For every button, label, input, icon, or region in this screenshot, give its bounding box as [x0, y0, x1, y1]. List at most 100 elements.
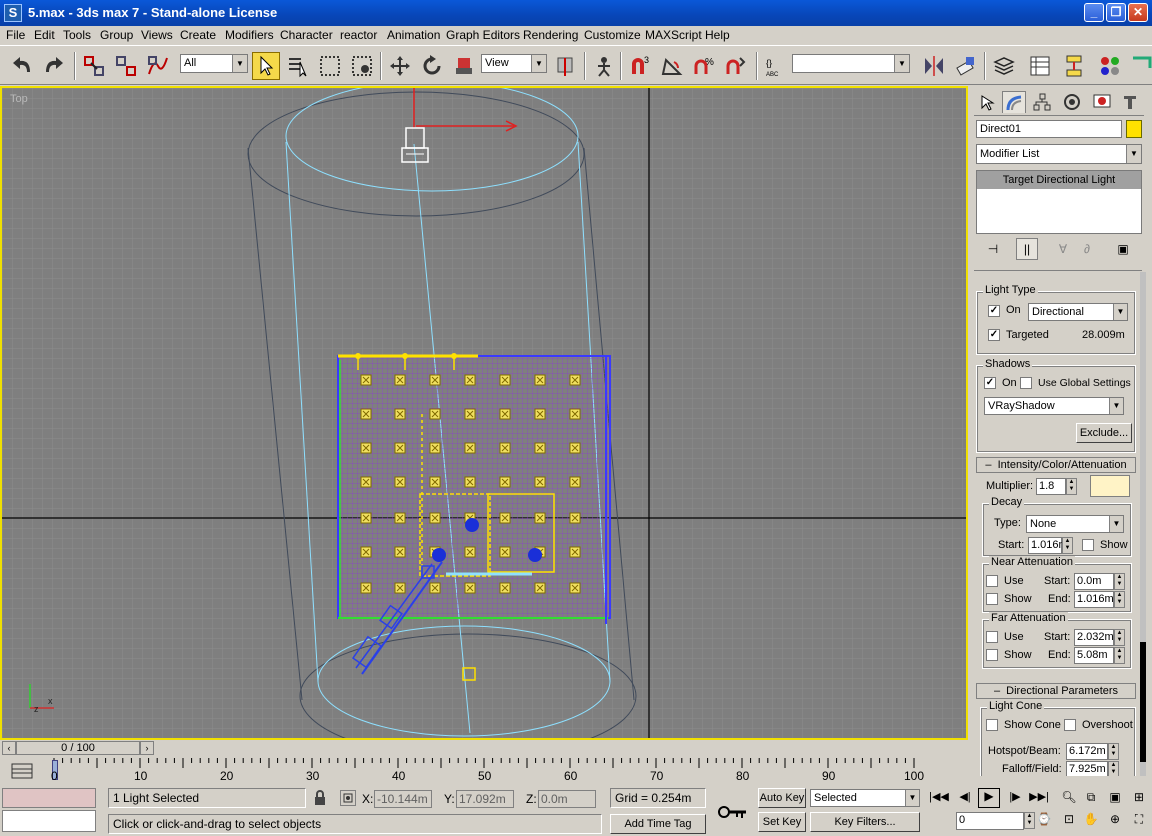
3ds-max-icon[interactable]: S — [4, 4, 22, 22]
menu-modifiers[interactable]: Modifiers — [225, 28, 274, 42]
near-start-spinner[interactable]: 0.0m ▲ ▼ — [1074, 573, 1125, 590]
edit-named-selection-icon[interactable]: {} ABC — [762, 52, 790, 80]
menu-character[interactable]: Character — [280, 28, 333, 42]
zoom-icon[interactable]: 🔍︎ — [1060, 790, 1078, 806]
light-color-swatch[interactable] — [1090, 475, 1130, 497]
modifier-list-dropdown[interactable]: Modifier List ▼ — [976, 144, 1142, 164]
bind-to-space-warp-icon[interactable] — [144, 52, 172, 80]
decay-start-spinner[interactable]: 1.016m ▲ ▼ — [1028, 537, 1073, 554]
selection-filter-dropdown[interactable]: All ▼ — [180, 54, 248, 73]
z-coordinate-field[interactable]: 0.0m — [538, 790, 596, 808]
window-crossing-icon[interactable] — [348, 52, 376, 80]
overshoot-checkbox[interactable] — [1064, 719, 1076, 731]
menu-customize[interactable]: Customize — [584, 28, 641, 42]
select-by-name-icon[interactable] — [284, 52, 312, 80]
maximize-viewport-icon[interactable]: ⛶ — [1130, 812, 1148, 830]
set-key-button[interactable]: Set Key — [758, 812, 806, 832]
next-frame-icon[interactable]: |▶ — [1004, 790, 1026, 806]
top-viewport[interactable]: z x Top — [0, 86, 968, 740]
use-global-settings-checkbox[interactable] — [1020, 377, 1032, 389]
make-unique-icon[interactable]: ∀ — [1052, 238, 1074, 260]
y-coordinate-field[interactable]: 17.092m — [456, 790, 514, 808]
scrollbar-thumb[interactable] — [1140, 642, 1146, 762]
maxscript-listener-white[interactable] — [2, 810, 96, 832]
minimize-button[interactable]: _ — [1084, 3, 1104, 22]
play-icon[interactable]: ▶ — [978, 788, 1000, 808]
create-tab-icon[interactable] — [976, 91, 1000, 113]
hierarchy-tab-icon[interactable] — [1030, 91, 1054, 113]
go-to-end-icon[interactable]: ▶▶| — [1028, 790, 1050, 806]
modifier-stack[interactable]: Target Directional Light — [976, 170, 1142, 234]
far-end-spinner[interactable]: 5.08m ▲ ▼ — [1074, 647, 1125, 664]
menu-file[interactable]: File — [6, 28, 25, 42]
key-filters-button[interactable]: Key Filters... — [810, 812, 920, 832]
intensity-rollout-header[interactable]: – Intensity/Color/Attenuation — [976, 457, 1136, 473]
manipulate-icon[interactable] — [590, 52, 618, 80]
near-show-checkbox[interactable] — [986, 593, 998, 605]
schematic-view-icon[interactable] — [1060, 52, 1088, 80]
near-use-checkbox[interactable] — [986, 575, 998, 587]
use-pivot-center-icon[interactable] — [552, 52, 580, 80]
arc-rotate-icon[interactable]: ⊕ — [1106, 812, 1124, 830]
shadows-on-checkbox[interactable]: ✓ — [984, 377, 996, 389]
set-key-icon[interactable] — [712, 792, 752, 832]
menu-create[interactable]: Create — [180, 28, 216, 42]
decay-type-dropdown[interactable]: None ▼ — [1026, 515, 1124, 533]
auto-key-button[interactable]: Auto Key — [758, 788, 806, 808]
show-cone-checkbox[interactable] — [986, 719, 998, 731]
falloff-spinner[interactable]: 7.925m ▲ ▼ — [1066, 761, 1119, 776]
track-bar[interactable]: 0 10 20 30 40 50 60 70 80 90 100 — [0, 758, 968, 784]
menu-edit[interactable]: Edit — [34, 28, 55, 42]
light-on-checkbox[interactable]: ✓ — [988, 305, 1000, 317]
select-and-scale-icon[interactable] — [450, 52, 478, 80]
remove-modifier-icon[interactable]: ∂ — [1076, 238, 1098, 260]
object-name-field[interactable]: Direct01 — [976, 120, 1122, 138]
spinner-snap-icon[interactable] — [722, 52, 750, 80]
key-mode-dropdown[interactable]: Selected ▼ — [810, 789, 920, 807]
spinner-arrows-icon[interactable]: ▲ ▼ — [1114, 629, 1125, 646]
rollout-area[interactable]: Light Type ✓ On Directional ▼ ✓ Targeted… — [974, 270, 1142, 776]
targeted-checkbox[interactable]: ✓ — [988, 329, 1000, 341]
select-and-rotate-icon[interactable] — [418, 52, 446, 80]
go-to-start-icon[interactable]: |◀◀ — [928, 790, 950, 806]
command-panel-scrollbar[interactable] — [1140, 272, 1146, 776]
menu-maxscript[interactable]: MAXScript — [645, 28, 702, 42]
undo-icon[interactable] — [8, 52, 36, 80]
time-next-arrow-icon[interactable]: › — [140, 741, 154, 755]
current-frame-spinner[interactable]: 0 ▲ ▼ — [956, 812, 1035, 830]
redo-icon[interactable] — [40, 52, 68, 80]
modify-tab-icon[interactable] — [1002, 91, 1026, 113]
spinner-arrows-icon[interactable]: ▲ ▼ — [1108, 743, 1119, 760]
pan-icon[interactable]: ✋ — [1082, 812, 1100, 830]
lock-icon[interactable] — [312, 790, 328, 806]
time-prev-arrow-icon[interactable]: ‹ — [2, 741, 16, 755]
menu-tools[interactable]: Tools — [63, 28, 91, 42]
far-start-spinner[interactable]: 2.032m ▲ ▼ — [1074, 629, 1125, 646]
shadow-type-dropdown[interactable]: VRayShadow ▼ — [984, 397, 1124, 415]
align-icon[interactable] — [952, 52, 980, 80]
x-coordinate-field[interactable]: -10.144m — [374, 790, 432, 808]
show-end-result-icon[interactable]: || — [1016, 238, 1038, 260]
far-use-checkbox[interactable] — [986, 631, 998, 643]
spinner-arrows-icon[interactable]: ▲ ▼ — [1108, 761, 1119, 776]
configure-modifier-sets-icon[interactable]: ▣ — [1112, 238, 1134, 260]
render-scene-icon[interactable] — [1128, 52, 1152, 80]
object-color-swatch[interactable] — [1126, 120, 1142, 138]
percent-snap-icon[interactable]: % — [690, 52, 718, 80]
viewport-canvas[interactable]: z x — [2, 88, 966, 738]
spinner-arrows-icon[interactable]: ▲ ▼ — [1114, 647, 1125, 664]
named-selection-dropdown[interactable]: ▼ — [792, 54, 910, 73]
spinner-arrows-icon[interactable]: ▲ ▼ — [1114, 573, 1125, 590]
menu-animation[interactable]: Animation — [387, 28, 440, 42]
zoom-extents-icon[interactable]: ▣ — [1106, 790, 1124, 806]
select-and-link-icon[interactable] — [80, 52, 108, 80]
directional-rollout-header[interactable]: – Directional Parameters — [976, 683, 1136, 699]
utilities-tab-icon[interactable] — [1118, 91, 1142, 113]
display-tab-icon[interactable] — [1090, 91, 1114, 113]
mini-curve-editor-icon[interactable] — [10, 761, 34, 781]
menu-views[interactable]: Views — [141, 28, 173, 42]
select-and-move-icon[interactable] — [386, 52, 414, 80]
maxscript-listener-pink[interactable] — [2, 788, 96, 808]
time-slider-thumb[interactable]: 0 / 100 — [16, 741, 140, 755]
add-time-tag-button[interactable]: Add Time Tag — [610, 814, 706, 834]
